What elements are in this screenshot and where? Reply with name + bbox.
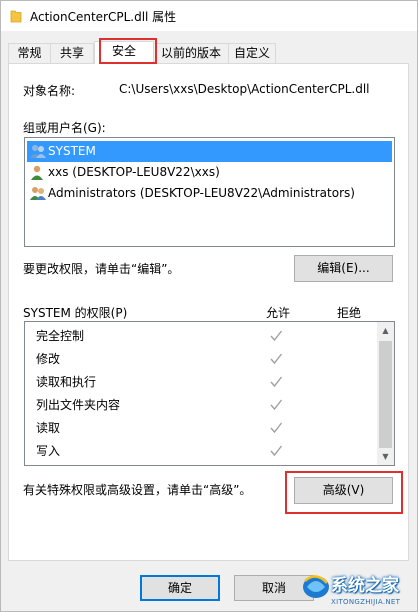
permission-name: 修改 [36,352,61,366]
ok-button[interactable]: 确定 [140,575,220,601]
watermark-logo-icon [303,575,329,598]
edit-button[interactable]: 编辑(E)... [294,255,393,282]
security-panel: 对象名称: C:\Users\xxs\Desktop\ActionCenterC… [8,63,409,561]
watermark-url: XITONGZHIJIA.NET [331,598,401,606]
check-icon [270,353,283,365]
scroll-thumb[interactable] [379,341,392,448]
properties-dialog: ActionCenterCPL.dll 属性 常规 共享 安全 以前的版本 自定… [0,0,418,612]
user-icon [31,165,43,180]
deny-header: 拒绝 [337,306,362,320]
user-name: xxs (DESKTOP-LEU8V22\xxs) [48,165,220,179]
check-icon [270,445,283,457]
permission-row: 读取 [25,416,379,440]
check-icon [270,330,283,342]
check-icon [270,399,283,411]
permission-list[interactable]: 完全控制 修改 读取和执行 列出文件夹内容 读取 写入 ▲ ▼ [24,321,395,466]
allow-header: 允许 [266,306,291,320]
tab-strip: 常规 共享 安全 以前的版本 自定义 [1,41,417,64]
user-name: SYSTEM [48,144,96,158]
permission-name: 写入 [36,444,61,458]
permissions-label: SYSTEM 的权限(P) [23,306,128,320]
tab-customize[interactable]: 自定义 [228,43,276,63]
permission-name: 读取 [36,421,61,435]
tab-general[interactable]: 常规 [8,43,51,63]
user-list[interactable]: SYSTEM xxs (DESKTOP-LEU8V22\xxs) Adminis… [24,137,395,247]
permission-row: 完全控制 [25,324,379,348]
window-title: ActionCenterCPL.dll 属性 [30,10,177,24]
user-name: Administrators (DESKTOP-LEU8V22\Administ… [48,186,355,200]
watermark: 系统之家 XITONGZHIJIA.NET [301,569,415,611]
group-label: 组或用户名(G): [23,121,106,135]
advanced-hint: 有关特殊权限或高级设置，请单击“高级”。 [23,483,252,497]
user-group-icon [30,187,46,200]
scroll-down-icon[interactable]: ▼ [377,448,394,465]
tab-previous-versions[interactable]: 以前的版本 [153,43,229,63]
permission-row: 列出文件夹内容 [25,393,379,417]
title-bar[interactable]: ActionCenterCPL.dll 属性 [1,1,417,31]
advanced-button[interactable]: 高级(V) [294,477,393,504]
scroll-up-icon[interactable]: ▲ [377,322,394,339]
user-group-icon [30,145,46,158]
user-item-xxs[interactable]: xxs (DESKTOP-LEU8V22\xxs) [27,162,392,183]
check-icon [270,376,283,388]
watermark-text: 系统之家 [331,576,399,596]
object-name-label: 对象名称: [23,84,76,98]
check-icon [270,422,283,434]
permission-name: 完全控制 [36,329,85,343]
folder-icon [10,10,22,23]
permission-name: 列出文件夹内容 [36,398,121,412]
user-item-system[interactable]: SYSTEM [27,141,392,162]
permission-row: 修改 [25,347,379,371]
tab-sharing[interactable]: 共享 [50,43,94,63]
permission-row: 读取和执行 [25,370,379,394]
edit-hint: 要更改权限，请单击“编辑”。 [23,262,180,276]
permission-row: 写入 [25,439,379,463]
tab-security[interactable]: 安全 [94,41,154,64]
user-item-administrators[interactable]: Administrators (DESKTOP-LEU8V22\Administ… [27,183,392,204]
permission-name: 读取和执行 [36,375,97,389]
permission-scrollbar[interactable]: ▲ ▼ [377,322,394,465]
object-name-value: C:\Users\xxs\Desktop\ActionCenterCPL.dll [119,82,370,96]
